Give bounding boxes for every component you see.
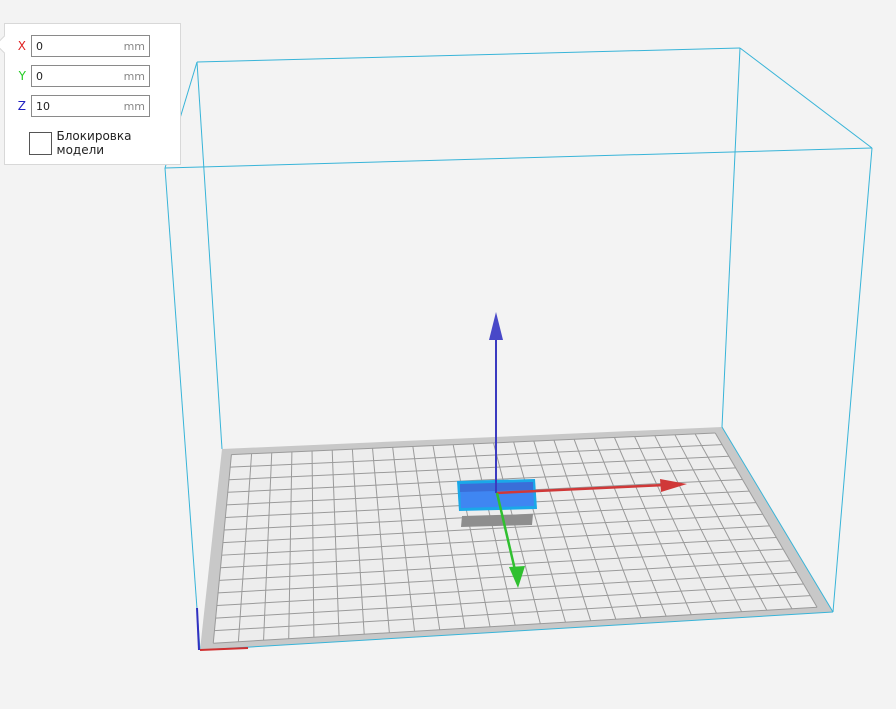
volume-edge [739,47,873,149]
move-tool-panel: X 0 mm Y 0 mm Z 10 mm Блокировка модели [4,23,181,165]
build-plate [200,427,833,650]
x-row: X 0 mm [5,35,150,57]
y-unit: mm [123,69,145,83]
x-unit: mm [123,39,145,53]
y-value: 0 [36,69,43,83]
volume-edge [196,47,741,63]
volume-edge [164,147,873,169]
y-row: Y 0 mm [5,65,150,87]
lock-model-option[interactable]: Блокировка модели [29,129,180,157]
z-row: Z 10 mm [5,95,150,117]
volume-edge [721,47,741,428]
z-input[interactable]: 10 mm [31,95,150,117]
volume-edge [196,61,223,450]
volume-edge [164,167,201,651]
z-value: 10 [36,99,50,113]
y-label: Y [18,69,26,83]
z-label: Z [17,99,26,113]
z-unit: mm [123,99,145,113]
model-shadow [461,514,533,527]
y-input[interactable]: 0 mm [31,65,150,87]
x-value: 0 [36,39,43,53]
volume-edge [832,147,873,613]
x-label: X [17,39,26,53]
lock-model-checkbox[interactable] [29,131,52,155]
lock-model-label: Блокировка модели [56,129,132,157]
x-input[interactable]: 0 mm [31,35,150,57]
